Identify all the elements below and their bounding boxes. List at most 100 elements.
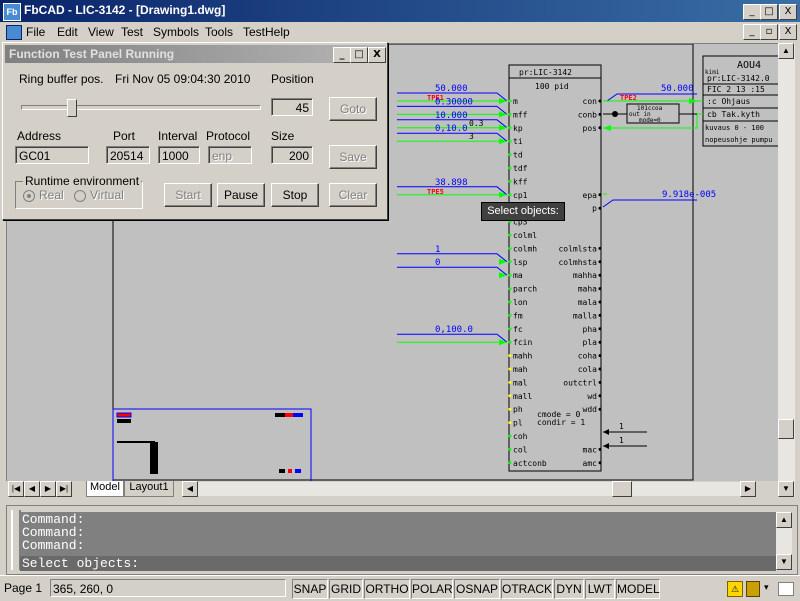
input-value: 10.000 — [435, 111, 468, 121]
toggle-ortho[interactable]: ORTHO — [364, 579, 410, 599]
left-pin-label: mff — [513, 110, 528, 119]
left-pin-label: lsp — [513, 258, 528, 267]
doc-minimize-button[interactable]: _ — [743, 24, 761, 40]
slider-thumb[interactable] — [67, 99, 77, 117]
cmd-scroll-down-button[interactable]: ▼ — [776, 554, 792, 570]
right-box-line-6: nopeusohje pumpu — [705, 136, 772, 144]
menu-file[interactable]: File — [26, 25, 45, 39]
size-label: Size — [271, 129, 295, 143]
toggle-osnap[interactable]: OSNAP — [454, 579, 500, 599]
minimize-button[interactable]: _ — [743, 4, 761, 20]
tab-layout1[interactable]: Layout1 — [124, 481, 174, 497]
tab-prev-button[interactable]: ◀ — [24, 481, 40, 497]
right-pin-dot — [598, 313, 602, 317]
left-pin-dot — [508, 233, 512, 237]
horizontal-scrollbar[interactable]: ◀ ▶ — [182, 481, 756, 497]
panel-title-bar[interactable]: Function Test Panel Running _ □ X — [5, 45, 386, 63]
address-label: Address — [17, 129, 62, 143]
toggle-grid[interactable]: GRID — [329, 579, 363, 599]
panel-close-button[interactable]: X — [368, 47, 386, 63]
input-tag: TPE5 — [427, 188, 444, 196]
ring-buffer-label: Ring buffer pos. — [19, 72, 104, 86]
input-value: 50.000 — [435, 84, 468, 94]
cmd-scroll-up-button[interactable]: ▲ — [776, 512, 792, 528]
toggle-model[interactable]: MODEL — [616, 579, 660, 599]
hscroll-thumb[interactable] — [612, 481, 632, 497]
tab-next-button[interactable]: ▶ — [40, 481, 56, 497]
pause-button[interactable]: Pause — [217, 183, 265, 207]
command-prompt[interactable]: Select objects: — [20, 556, 776, 571]
left-pin-label: mah — [513, 365, 528, 374]
maximize-button[interactable]: □ — [760, 4, 778, 20]
hscroll-right-button[interactable]: ▶ — [740, 481, 756, 497]
size-field[interactable]: 200 — [271, 146, 313, 164]
clean-screen-icon[interactable] — [778, 582, 794, 596]
hscroll-left-button[interactable]: ◀ — [182, 481, 198, 497]
tray-arrow-icon[interactable]: ▾ — [764, 583, 772, 592]
lock-icon[interactable] — [746, 581, 760, 597]
right-pin-dot — [598, 327, 602, 331]
stop-button[interactable]: Stop — [271, 183, 319, 207]
right-pin-dot — [598, 287, 602, 291]
virtual-radio[interactable] — [74, 190, 86, 202]
menu-tools[interactable]: Tools — [205, 25, 233, 39]
menu-test[interactable]: Test — [121, 25, 143, 39]
left-pin-label: mal — [513, 378, 528, 387]
right-pin-label: mahha — [573, 271, 597, 280]
left-pin-dot — [508, 394, 512, 398]
document-icon[interactable] — [6, 25, 22, 40]
right-pin-label: colmhsta — [558, 258, 597, 267]
status-bar: Page 1 365, 260, 0 SNAP GRID ORTHO POLAR… — [0, 575, 800, 601]
right-box-line-1: pr:LIC-3142.0 — [707, 74, 770, 83]
left-pin-label: parch — [513, 285, 537, 294]
menu-testhelp[interactable]: TestHelp — [243, 25, 290, 39]
panel-minimize-button[interactable]: _ — [333, 47, 351, 63]
doc-close-button[interactable]: X — [779, 24, 797, 40]
left-pin-label: coh — [513, 432, 528, 441]
left-pin-label: cp1 — [513, 191, 528, 200]
toggle-lwt[interactable]: LWT — [585, 579, 615, 599]
tab-last-button[interactable]: ▶| — [56, 481, 72, 497]
scroll-down-button[interactable]: ▼ — [778, 481, 794, 497]
left-pin-dot — [508, 380, 512, 384]
left-pin-label: pl — [513, 419, 523, 428]
communication-icon[interactable]: ⚠ — [727, 581, 743, 597]
mini-block-line3: mode=0 — [639, 117, 661, 124]
left-pin-label: m — [513, 97, 518, 106]
goto-button[interactable]: Goto — [329, 97, 377, 121]
port-field[interactable]: 20514 — [106, 146, 150, 164]
save-button[interactable]: Save — [329, 145, 377, 169]
interval-field[interactable]: 1000 — [158, 146, 200, 164]
tab-first-button[interactable]: |◀ — [8, 481, 24, 497]
panel-maximize-button[interactable]: □ — [350, 47, 368, 63]
clear-button[interactable]: Clear — [329, 183, 377, 207]
left-pin-label: tdf — [513, 164, 528, 173]
start-button[interactable]: Start — [164, 183, 212, 207]
right-pin-dot — [598, 193, 602, 197]
vertical-scrollbar[interactable]: ▲ ▼ — [778, 43, 795, 497]
menu-symbols[interactable]: Symbols — [153, 25, 199, 39]
left-pin-dot — [508, 179, 512, 183]
position-label: Position — [271, 72, 314, 86]
scroll-up-button[interactable]: ▲ — [778, 43, 794, 59]
command-scrollbar[interactable]: ▲ ▼ — [776, 512, 792, 570]
real-radio[interactable] — [23, 190, 35, 202]
menu-edit[interactable]: Edit — [57, 25, 78, 39]
close-button[interactable]: X — [779, 4, 797, 20]
tab-model[interactable]: Model — [86, 481, 124, 497]
address-field[interactable]: GC01 — [15, 146, 89, 164]
scroll-thumb[interactable] — [778, 419, 794, 439]
toggle-otrack[interactable]: OTRACK — [501, 579, 553, 599]
menu-bar: File Edit View Test Symbols Tools TestHe… — [0, 22, 800, 41]
left-pin-dot — [508, 300, 512, 304]
doc-restore-button[interactable]: ▫ — [760, 24, 778, 40]
toggle-polar[interactable]: POLAR — [411, 579, 453, 599]
menu-view[interactable]: View — [88, 25, 114, 39]
interval-label: Interval — [158, 129, 198, 143]
position-field[interactable]: 45 — [271, 98, 313, 116]
output-value: 50.000 — [661, 84, 694, 94]
ring-buffer-slider[interactable] — [17, 97, 263, 119]
toggle-dyn[interactable]: DYN — [554, 579, 584, 599]
toggle-snap[interactable]: SNAP — [292, 579, 328, 599]
protocol-field[interactable]: enp — [208, 146, 252, 164]
